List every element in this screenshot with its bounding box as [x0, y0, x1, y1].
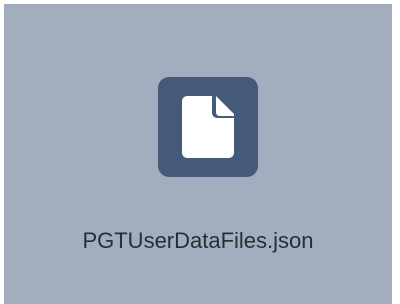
file-tile[interactable]: PGTUserDataFiles.json [4, 4, 392, 304]
file-icon [182, 96, 234, 158]
file-icon-container [158, 77, 258, 177]
file-name-label: PGTUserDataFiles.json [82, 228, 314, 253]
